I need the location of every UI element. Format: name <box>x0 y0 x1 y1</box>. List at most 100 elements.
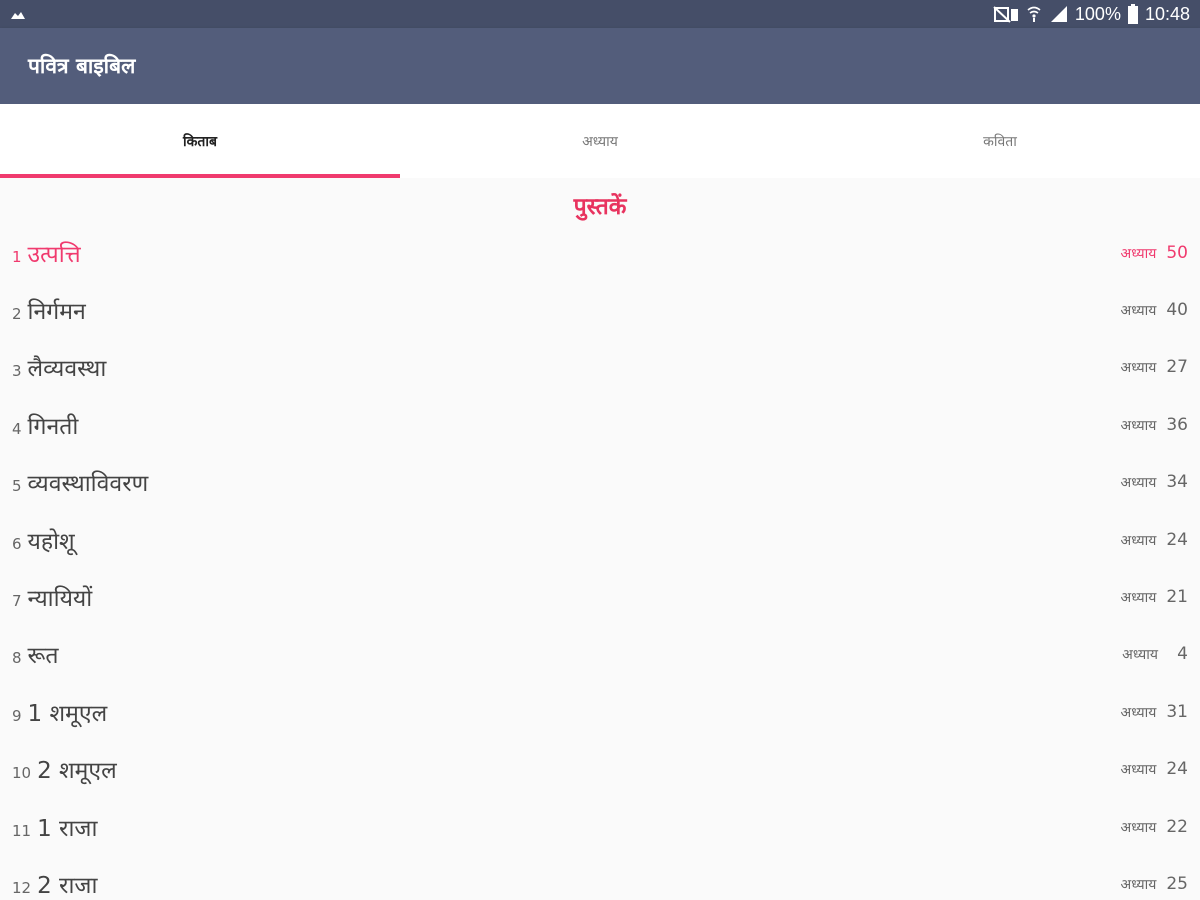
chapter-count: 36 <box>1166 414 1188 435</box>
book-title-group: 9 1 शमूएल <box>12 696 107 728</box>
book-title-group: 3 लैव्यवस्था <box>12 351 106 383</box>
chapter-info: अध्याय 24 <box>1121 759 1188 779</box>
book-number: 11 <box>12 821 32 840</box>
book-number: 3 <box>12 362 22 381</box>
chapter-info: अध्याय 40 <box>1121 300 1188 320</box>
book-title-group: 4 गिनती <box>12 409 78 441</box>
book-name: निर्गमन <box>27 299 86 326</box>
book-title-group: 8 रूत <box>12 638 59 670</box>
chapter-count: 24 <box>1166 759 1188 780</box>
book-title-group: 5 व्यवस्थाविवरण <box>12 466 148 498</box>
chapter-label: अध्याय <box>1120 303 1157 320</box>
tab-verses[interactable]: कविता <box>800 104 1200 178</box>
book-row[interactable]: 1 उत्पत्ति अध्याय 50 <box>0 224 1200 281</box>
chapter-label: अध्याय <box>1120 590 1157 607</box>
book-name: 1 शमूएल <box>27 700 108 727</box>
chapter-info: अध्याय 21 <box>1121 587 1188 607</box>
chapter-info: अध्याय 25 <box>1121 874 1188 894</box>
book-row[interactable]: 12 2 राजा अध्याय 25 <box>0 855 1200 900</box>
book-number: 2 <box>12 305 22 324</box>
chapter-info: अध्याय 31 <box>1121 702 1188 722</box>
chapter-label: अध्याय <box>1120 704 1157 721</box>
book-title-group: 10 2 शमूएल <box>12 753 117 785</box>
chapter-info: अध्याय 50 <box>1121 243 1188 263</box>
app-bar: पवित्र बाइबिल <box>0 28 1200 104</box>
book-row[interactable]: 10 2 शमूएल अध्याय 24 <box>0 741 1200 798</box>
book-name: व्यवस्थाविवरण <box>27 471 149 498</box>
book-number: 6 <box>12 534 22 553</box>
chapter-info: अध्याय 34 <box>1121 472 1188 492</box>
book-title-group: 11 1 राजा <box>12 811 97 843</box>
book-name: 1 राजा <box>37 815 98 842</box>
book-title-group: 12 2 राजा <box>12 868 97 900</box>
signal-icon <box>1049 5 1069 23</box>
status-left <box>10 4 26 25</box>
book-title-group: 1 उत्पत्ति <box>12 237 81 269</box>
chapter-info: अध्याय 27 <box>1121 357 1188 377</box>
book-name: 2 राजा <box>37 872 98 899</box>
book-name: गिनती <box>27 413 79 440</box>
book-number: 1 <box>12 247 22 266</box>
book-number: 9 <box>12 706 22 725</box>
book-number: 8 <box>12 649 22 668</box>
book-row[interactable]: 7 न्यायियों अध्याय 21 <box>0 568 1200 625</box>
tab-verses-label: कविता <box>983 133 1017 150</box>
tab-chapters-label: अध्याय <box>582 133 618 150</box>
clock: 10:48 <box>1144 3 1190 24</box>
book-row[interactable]: 4 गिनती अध्याय 36 <box>0 396 1200 453</box>
chapter-label: अध्याय <box>1120 360 1157 377</box>
chapter-label: अध्याय <box>1120 532 1157 549</box>
battery-icon <box>1127 4 1139 24</box>
chapter-count: 21 <box>1166 587 1188 608</box>
book-number: 4 <box>12 419 22 438</box>
book-number: 7 <box>12 592 22 611</box>
book-number: 5 <box>12 477 22 496</box>
book-name: 2 शमूएल <box>37 758 117 785</box>
book-title-group: 2 निर्गमन <box>12 294 86 326</box>
chapter-count: 50 <box>1166 242 1188 263</box>
book-row[interactable]: 9 1 शमूएल अध्याय 31 <box>0 683 1200 740</box>
chapter-label: अध्याय <box>1120 417 1157 434</box>
chapter-count: 34 <box>1166 472 1188 493</box>
status-right: 100% 10:48 <box>993 4 1190 25</box>
chapter-count: 27 <box>1166 357 1188 378</box>
tab-chapters[interactable]: अध्याय <box>400 104 800 178</box>
chapter-count: 4 <box>1177 644 1188 665</box>
chapter-info: अध्याय 36 <box>1121 415 1188 435</box>
image-icon <box>10 4 26 25</box>
book-row[interactable]: 6 यहोशू अध्याय 24 <box>0 511 1200 568</box>
book-row[interactable]: 3 लैव्यवस्था अध्याय 27 <box>0 339 1200 396</box>
chapter-label: अध्याय <box>1120 876 1157 893</box>
books-content: पुस्तकें 1 उत्पत्ति अध्याय 50 2 निर्गमन अध्याय… <box>0 178 1200 900</box>
book-name: उत्पत्ति <box>27 241 81 268</box>
chapter-label: अध्याय <box>1120 819 1157 836</box>
book-number: 10 <box>12 764 32 783</box>
no-sim-icon <box>993 5 1019 23</box>
status-bar: 100% 10:48 <box>0 0 1200 28</box>
chapter-count: 40 <box>1166 300 1188 321</box>
book-name: न्यायियों <box>27 586 93 613</box>
chapter-count: 31 <box>1166 701 1188 722</box>
book-row[interactable]: 11 1 राजा अध्याय 22 <box>0 798 1200 855</box>
chapter-info: अध्याय 4 <box>1122 644 1188 664</box>
book-row[interactable]: 2 निर्गमन अध्याय 40 <box>0 281 1200 338</box>
app-title: पवित्र बाइबिल <box>28 54 136 78</box>
book-row[interactable]: 8 रूत अध्याय 4 <box>0 626 1200 683</box>
chapter-info: अध्याय 24 <box>1121 530 1188 550</box>
chapter-label: अध्याय <box>1120 245 1157 262</box>
chapter-count: 25 <box>1166 873 1188 894</box>
book-row[interactable]: 5 व्यवस्थाविवरण अध्याय 34 <box>0 454 1200 511</box>
chapter-info: अध्याय 22 <box>1121 817 1188 837</box>
section-title: पुस्तकें <box>573 194 627 220</box>
chapter-label: अध्याय <box>1120 762 1157 779</box>
tab-books[interactable]: किताब <box>0 104 400 178</box>
book-name: लैव्यवस्था <box>27 356 107 383</box>
book-name: रूत <box>27 643 59 670</box>
wifi-icon <box>1025 5 1043 23</box>
tab-books-label: किताब <box>183 133 217 150</box>
chapter-count: 22 <box>1166 816 1188 837</box>
book-list: 1 उत्पत्ति अध्याय 50 2 निर्गमन अध्याय 40 3 लैव्यव… <box>0 238 1200 900</box>
book-title-group: 6 यहोशू <box>12 524 75 556</box>
book-title-group: 7 न्यायियों <box>12 581 92 613</box>
book-number: 12 <box>12 878 32 897</box>
